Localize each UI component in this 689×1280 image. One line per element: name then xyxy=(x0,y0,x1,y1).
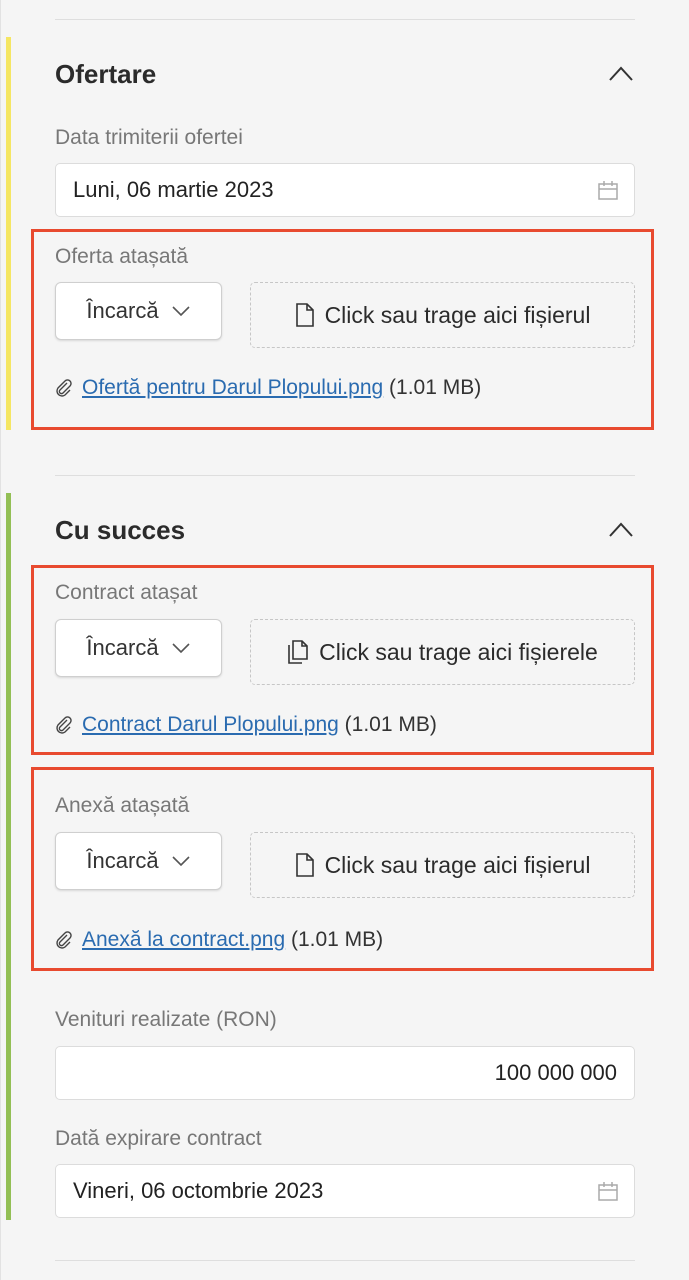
files-icon xyxy=(287,639,309,665)
expirare-value: Vineri, 06 octombrie 2023 xyxy=(73,1178,324,1203)
chevron-down-icon xyxy=(171,305,191,317)
anexa-file-size: (1.01 MB) xyxy=(290,928,384,951)
data-trimiterii-field[interactable]: Luni, 06 martie 2023 xyxy=(55,163,635,217)
expirare-field[interactable]: Vineri, 06 octombrie 2023 xyxy=(55,1164,635,1218)
file-icon xyxy=(295,852,315,878)
paperclip-icon xyxy=(55,716,73,734)
contract-drop-zone[interactable]: Click sau trage aici fișierele xyxy=(250,619,635,685)
drop-text: Click sau trage aici fișierul xyxy=(324,851,591,878)
chevron-up-icon[interactable] xyxy=(607,520,635,540)
succes-status-stripe xyxy=(6,493,11,1220)
calendar-icon[interactable] xyxy=(597,1181,619,1203)
calendar-icon[interactable] xyxy=(597,180,619,202)
anexa-drop-zone[interactable]: Click sau trage aici fișierul xyxy=(250,832,635,898)
oferta-atasata-label: Oferta atașată xyxy=(55,245,189,268)
divider xyxy=(55,1260,635,1261)
drop-text: Click sau trage aici fișierul xyxy=(324,301,591,328)
anexa-file-row: Anexă la contract.png (1.01 MB) xyxy=(55,928,383,952)
chevron-up-icon[interactable] xyxy=(607,64,635,84)
contract-upload-button[interactable]: Încarcă xyxy=(55,619,222,677)
divider xyxy=(55,19,635,20)
oferta-file-link[interactable]: Ofertă pentru Darul Plopului.png xyxy=(82,376,383,399)
oferta-upload-button[interactable]: Încarcă xyxy=(55,282,222,340)
paperclip-icon xyxy=(55,379,73,397)
contract-file-size: (1.01 MB) xyxy=(344,713,437,736)
drop-text: Click sau trage aici fișierele xyxy=(319,638,598,665)
anexa-file-link[interactable]: Anexă la contract.png xyxy=(82,928,285,951)
oferta-file-row: Ofertă pentru Darul Plopului.png (1.01 M… xyxy=(55,376,481,400)
ofertare-status-stripe xyxy=(6,37,11,430)
contract-file-row: Contract Darul Plopului.png (1.01 MB) xyxy=(55,713,437,737)
venituri-label: Venituri realizate (RON) xyxy=(55,1008,277,1031)
page: Ofertare Data trimiterii ofertei Luni, 0… xyxy=(0,0,689,1280)
expirare-label: Dată expirare contract xyxy=(55,1127,262,1150)
venituri-field[interactable]: 100 000 000 xyxy=(55,1046,635,1100)
chevron-down-icon xyxy=(171,855,191,867)
venituri-value: 100 000 000 xyxy=(494,1060,617,1085)
upload-label: Încarcă xyxy=(86,635,159,660)
divider xyxy=(55,475,635,476)
contract-file-link[interactable]: Contract Darul Plopului.png xyxy=(82,713,339,736)
oferta-drop-zone[interactable]: Click sau trage aici fișierul xyxy=(250,282,635,348)
paperclip-icon xyxy=(55,931,73,949)
file-icon xyxy=(295,302,315,328)
anexa-upload-button[interactable]: Încarcă xyxy=(55,832,222,890)
upload-label: Încarcă xyxy=(86,298,159,323)
upload-label: Încarcă xyxy=(86,848,159,873)
anexa-atasata-label: Anexă atașată xyxy=(55,794,190,817)
contract-atasat-label: Contract atașat xyxy=(55,581,198,604)
panel-edge xyxy=(0,0,1,1280)
succes-title: Cu succes xyxy=(55,515,186,545)
oferta-file-size: (1.01 MB) xyxy=(389,376,482,399)
data-trimiterii-label: Data trimiterii ofertei xyxy=(55,126,243,149)
chevron-down-icon xyxy=(171,642,191,654)
ofertare-title: Ofertare xyxy=(55,59,157,89)
data-trimiterii-value: Luni, 06 martie 2023 xyxy=(73,177,274,202)
